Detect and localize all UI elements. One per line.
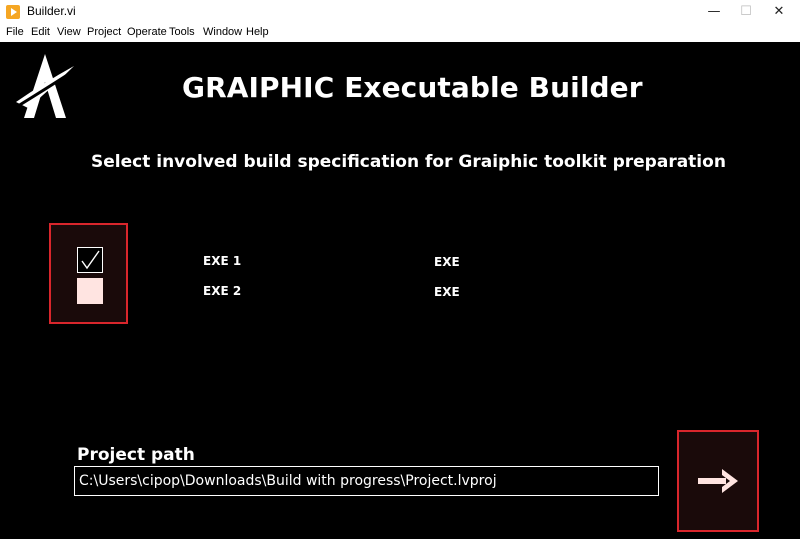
menu-file[interactable]: File bbox=[6, 26, 24, 38]
page-title: GRAIPHIC Executable Builder bbox=[182, 71, 643, 104]
menu-tools[interactable]: Tools bbox=[169, 26, 195, 38]
menu-help[interactable]: Help bbox=[246, 26, 269, 38]
minimize-button[interactable]: — bbox=[697, 0, 731, 24]
menu-view[interactable]: View bbox=[57, 26, 81, 38]
menu-window[interactable]: Window bbox=[203, 26, 242, 38]
menu-project[interactable]: Project bbox=[87, 26, 121, 38]
project-path-label: Project path bbox=[77, 445, 195, 465]
next-button[interactable] bbox=[677, 430, 759, 532]
project-path-input[interactable] bbox=[74, 466, 659, 496]
build-spec-checkbox-exe1[interactable] bbox=[77, 247, 103, 273]
menu-operate[interactable]: Operate bbox=[127, 26, 167, 38]
checkmark-icon bbox=[81, 250, 100, 270]
build-spec-checkbox-exe2[interactable] bbox=[77, 278, 103, 304]
build-spec-name: EXE 1 bbox=[203, 254, 242, 268]
build-spec-type: EXE bbox=[434, 255, 460, 269]
close-button[interactable]: ✕ bbox=[762, 0, 796, 24]
page-subtitle: Select involved build specification for … bbox=[91, 152, 726, 172]
window-title: Builder.vi bbox=[27, 4, 76, 18]
vi-app-icon bbox=[6, 5, 20, 19]
maximize-button[interactable]: ☐ bbox=[729, 0, 763, 24]
menu-bar: File Edit View Project Operate Tools Win… bbox=[0, 24, 800, 42]
arrow-right-icon bbox=[698, 469, 738, 493]
graiphic-logo-icon bbox=[16, 54, 74, 118]
build-spec-name: EXE 2 bbox=[203, 284, 242, 298]
window-title-bar[interactable]: Builder.vi — ☐ ✕ bbox=[0, 0, 800, 25]
menu-edit[interactable]: Edit bbox=[31, 26, 50, 38]
build-spec-type: EXE bbox=[434, 285, 460, 299]
build-spec-checkbox-array bbox=[49, 223, 128, 324]
